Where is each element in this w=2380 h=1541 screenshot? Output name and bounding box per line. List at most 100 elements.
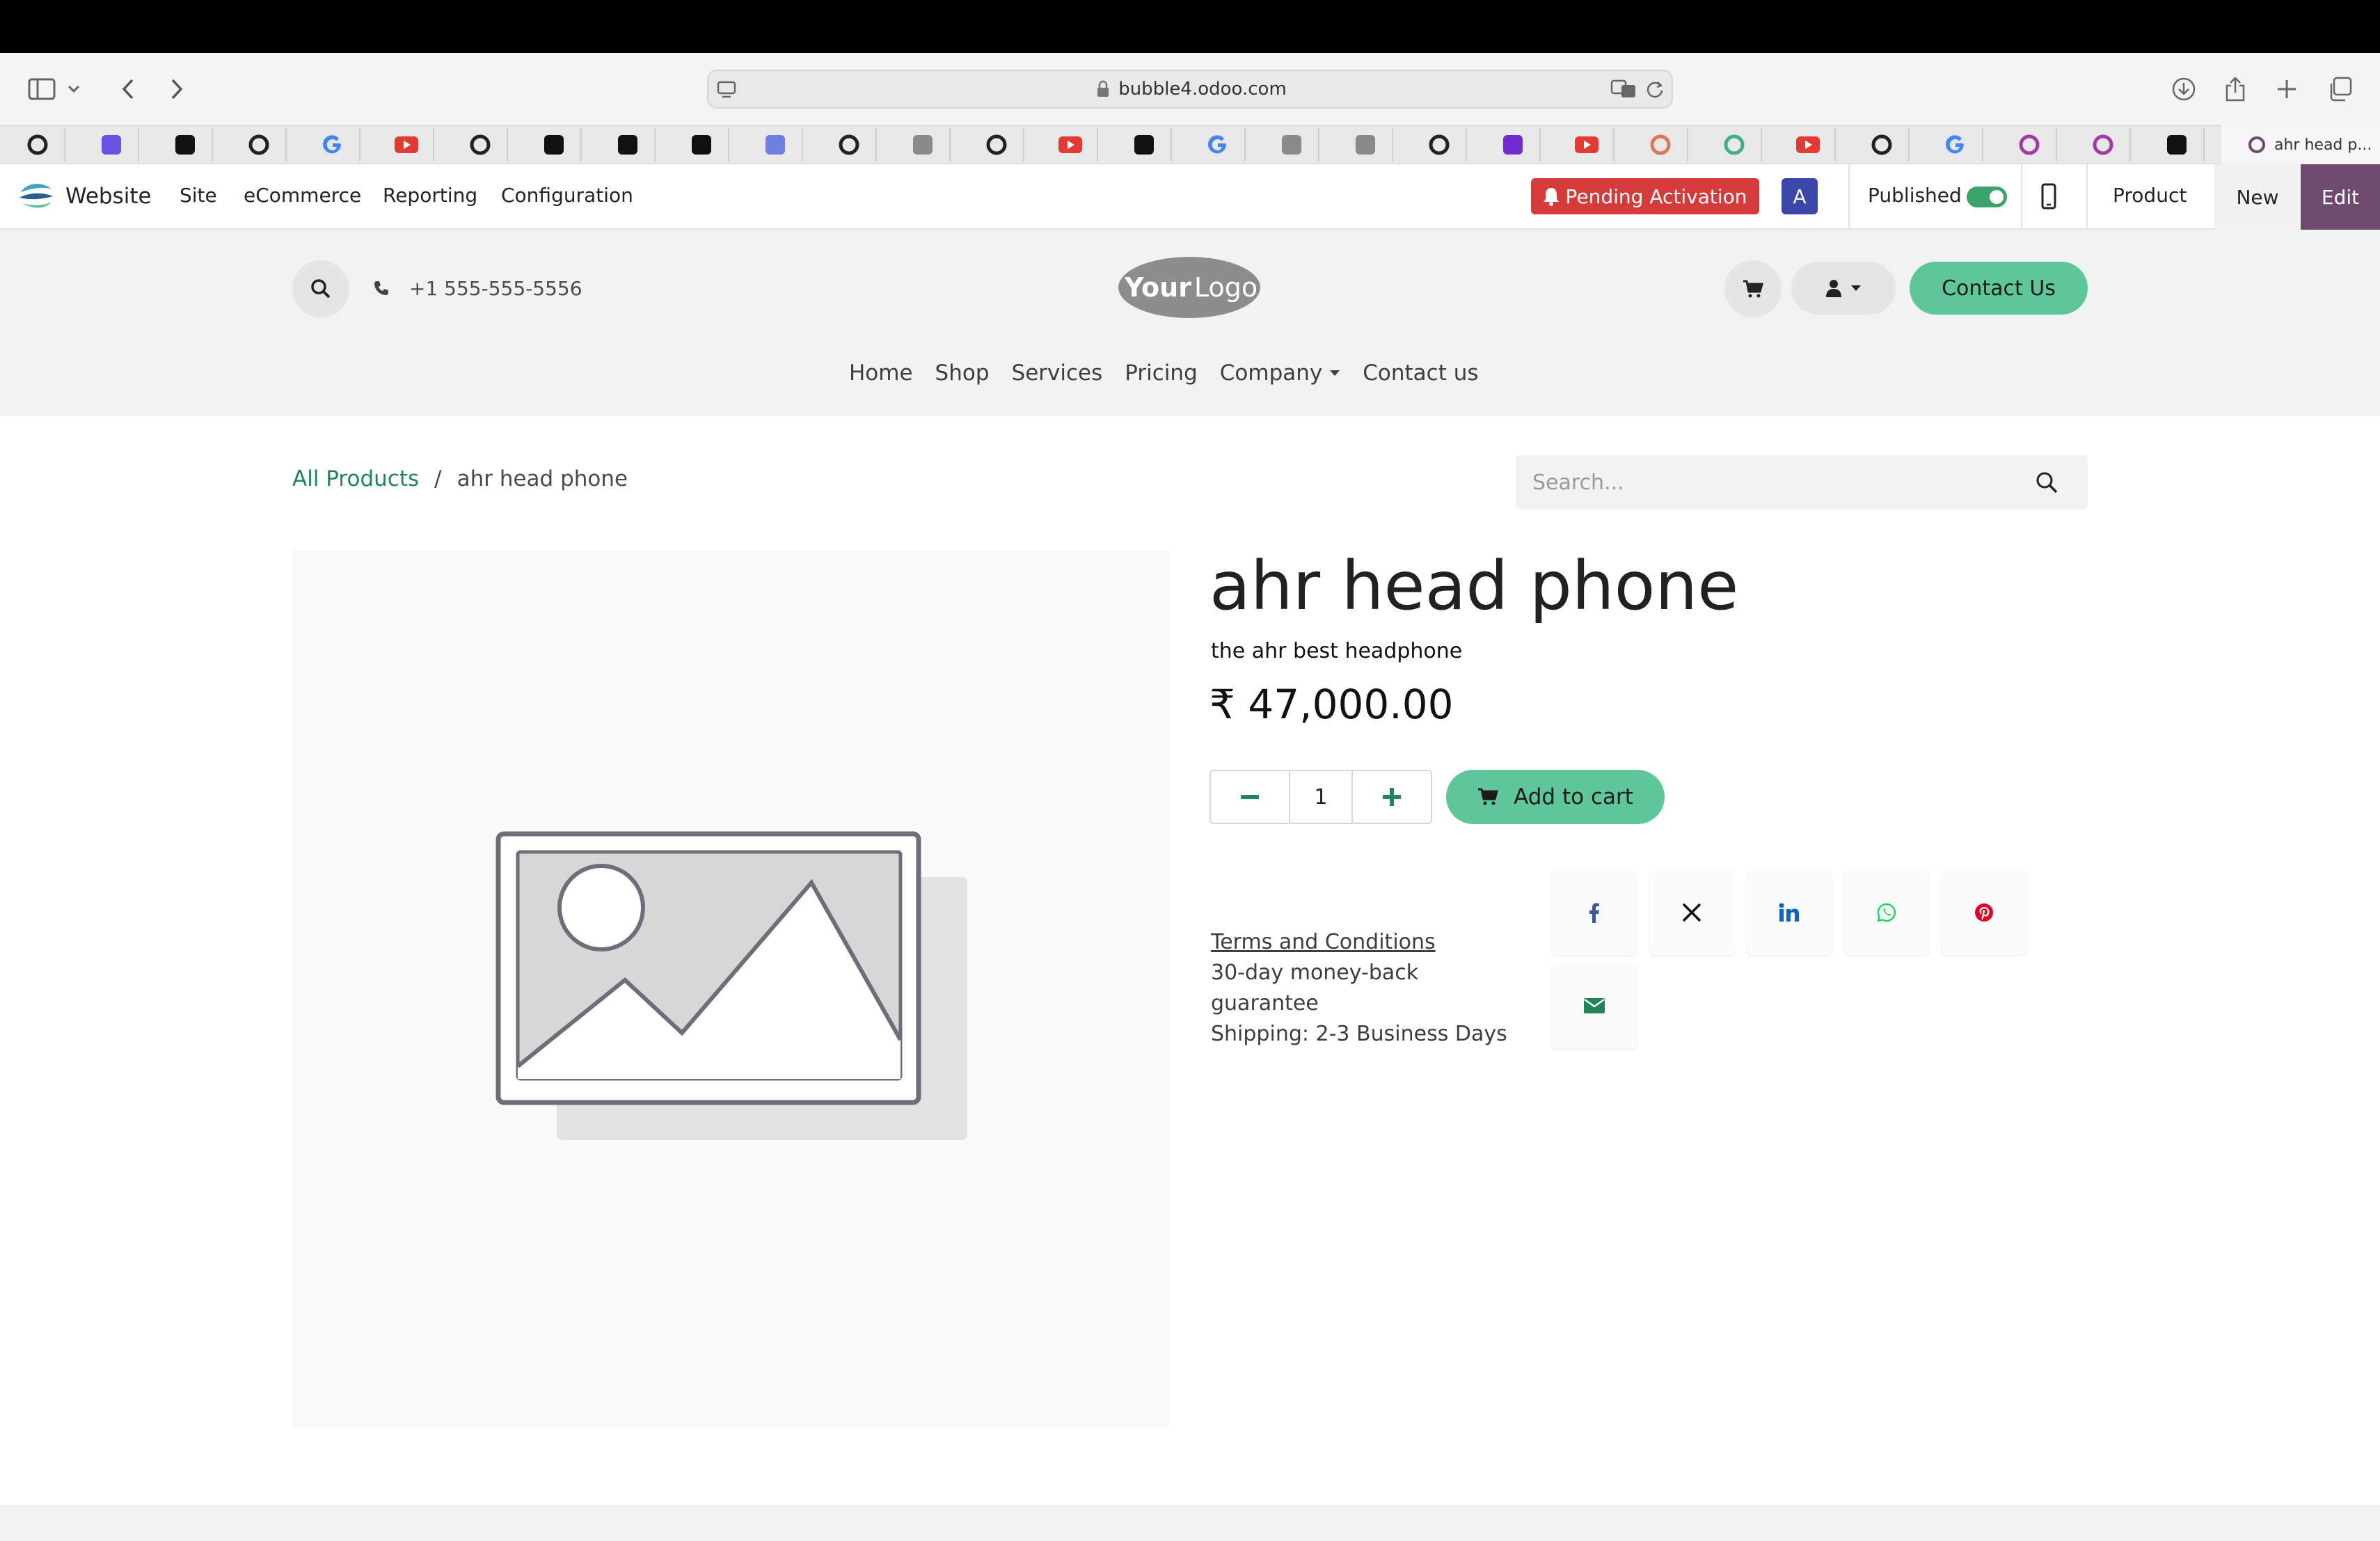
github-icon[interactable] <box>1868 131 1896 159</box>
tab-separator <box>507 128 508 161</box>
address-bar[interactable]: bubble4.odoo.com <box>707 70 1673 109</box>
youtube-icon[interactable] <box>1573 131 1601 159</box>
add-to-cart-button[interactable]: Add to cart <box>1446 770 1665 824</box>
caret-down-icon <box>1850 285 1862 292</box>
nav-contact-us[interactable]: Contact us <box>1363 356 1478 390</box>
nav-pricing[interactable]: Pricing <box>1125 356 1198 390</box>
google-icon[interactable] <box>1204 131 1232 159</box>
share-pinterest-button[interactable] <box>1942 870 2026 955</box>
search-icon <box>310 278 331 299</box>
perplexity-icon[interactable] <box>171 131 199 159</box>
share-x-button[interactable] <box>1649 870 1734 955</box>
openai-icon[interactable] <box>245 131 273 159</box>
quantity-stepper: 1 <box>1209 770 1432 824</box>
audio-icon[interactable] <box>761 131 789 159</box>
caret-down-icon <box>1329 370 1340 377</box>
share-email-button[interactable] <box>1552 963 1637 1048</box>
tab-separator <box>1982 128 1983 161</box>
tab-overview-icon[interactable] <box>2322 71 2358 107</box>
github-icon[interactable] <box>835 131 863 159</box>
app-icon[interactable] <box>2163 131 2191 159</box>
app-name[interactable]: Website <box>65 184 152 209</box>
nav-company[interactable]: Company <box>1220 356 1340 390</box>
menu-ecommerce[interactable]: eCommerce <box>244 184 361 207</box>
quantity-decrease-button[interactable] <box>1211 771 1289 823</box>
user-menu-button[interactable] <box>1791 262 1896 315</box>
app-icon[interactable] <box>97 131 125 159</box>
menu-reporting[interactable]: Reporting <box>383 184 477 207</box>
user-icon <box>1825 279 1842 297</box>
back-icon[interactable] <box>110 71 146 107</box>
edit-button[interactable]: Edit <box>2301 164 2380 230</box>
translate-icon[interactable] <box>1610 79 1638 99</box>
openai-icon[interactable] <box>983 131 1010 159</box>
cart-button[interactable] <box>1724 260 1782 317</box>
active-tab[interactable]: ahr head p... <box>2221 125 2380 164</box>
tab-separator <box>728 128 729 161</box>
chevron-down-icon[interactable] <box>63 71 85 107</box>
google-icon[interactable] <box>319 131 347 159</box>
terms-and-conditions-link[interactable]: Terms and Conditions <box>1211 927 1517 958</box>
user-avatar[interactable]: A <box>1782 178 1818 214</box>
openai-icon[interactable] <box>1425 131 1453 159</box>
tab-separator <box>64 128 65 161</box>
claude-icon[interactable] <box>1647 131 1674 159</box>
product-description: the ahr best headphone <box>1211 639 1463 663</box>
app-icon[interactable] <box>2015 131 2043 159</box>
app-icon[interactable] <box>1499 131 1527 159</box>
pinterest-icon <box>1974 903 1994 922</box>
youtube-icon[interactable] <box>392 131 420 159</box>
app-icon[interactable] <box>1351 131 1379 159</box>
app-icon[interactable] <box>688 131 715 159</box>
youtube-icon[interactable] <box>1056 131 1084 159</box>
product-menu[interactable]: Product <box>2113 184 2187 207</box>
quantity-input[interactable]: 1 <box>1289 771 1353 823</box>
share-whatsapp-button[interactable] <box>1844 870 1929 955</box>
site-logo[interactable]: Your Logo <box>1116 255 1262 320</box>
app-icon[interactable] <box>1720 131 1748 159</box>
product-search-input[interactable] <box>1516 455 2031 509</box>
youtube-icon[interactable] <box>1794 131 1822 159</box>
published-toggle[interactable] <box>1967 187 2007 207</box>
app-icon[interactable] <box>1130 131 1158 159</box>
sidebar-toggle-icon[interactable] <box>24 71 60 107</box>
downloads-icon[interactable] <box>2166 71 2202 107</box>
header-phone-number[interactable]: +1 555-555-5556 <box>409 277 582 300</box>
app-icon[interactable] <box>540 131 568 159</box>
google-icon[interactable] <box>1942 131 1969 159</box>
add-to-cart-label: Add to cart <box>1514 784 1633 809</box>
app-icon[interactable] <box>2089 131 2117 159</box>
url-text[interactable]: bubble4.odoo.com <box>1118 79 1287 100</box>
svg-text:Your: Your <box>1124 272 1191 303</box>
mobile-preview-icon[interactable] <box>2040 182 2057 210</box>
share-icon[interactable] <box>2217 71 2253 107</box>
pending-activation-label: Pending Activation <box>1565 184 1747 208</box>
pending-activation-button[interactable]: Pending Activation <box>1531 178 1759 214</box>
contact-us-button[interactable]: Contact Us <box>1910 262 2088 315</box>
app-icon[interactable] <box>614 131 642 159</box>
menu-site[interactable]: Site <box>180 184 217 207</box>
menu-configuration[interactable]: Configuration <box>501 184 633 207</box>
cart-icon <box>1477 788 1499 806</box>
tab-separator <box>1244 128 1246 161</box>
share-linkedin-button[interactable] <box>1747 870 1832 955</box>
nav-shop[interactable]: Shop <box>935 356 990 390</box>
new-button[interactable]: New <box>2214 164 2301 230</box>
app-icon[interactable] <box>909 131 937 159</box>
breadcrumb-all-products[interactable]: All Products <box>292 466 419 491</box>
header-search-button[interactable] <box>292 260 349 317</box>
forward-icon[interactable] <box>159 71 195 107</box>
search-icon[interactable] <box>2035 471 2058 494</box>
app-icon[interactable] <box>1278 131 1306 159</box>
share-facebook-button[interactable] <box>1552 870 1637 955</box>
quantity-increase-button[interactable] <box>1353 771 1431 823</box>
plus-icon <box>1383 788 1401 806</box>
tab-separator <box>1908 128 1910 161</box>
reload-icon[interactable] <box>1645 79 1665 99</box>
odoo-website-app-icon[interactable] <box>18 177 54 216</box>
openai-icon[interactable] <box>24 131 51 159</box>
nav-home[interactable]: Home <box>849 356 913 390</box>
nav-services[interactable]: Services <box>1012 356 1103 390</box>
github-icon[interactable] <box>466 131 494 159</box>
new-tab-icon[interactable] <box>2269 71 2305 107</box>
